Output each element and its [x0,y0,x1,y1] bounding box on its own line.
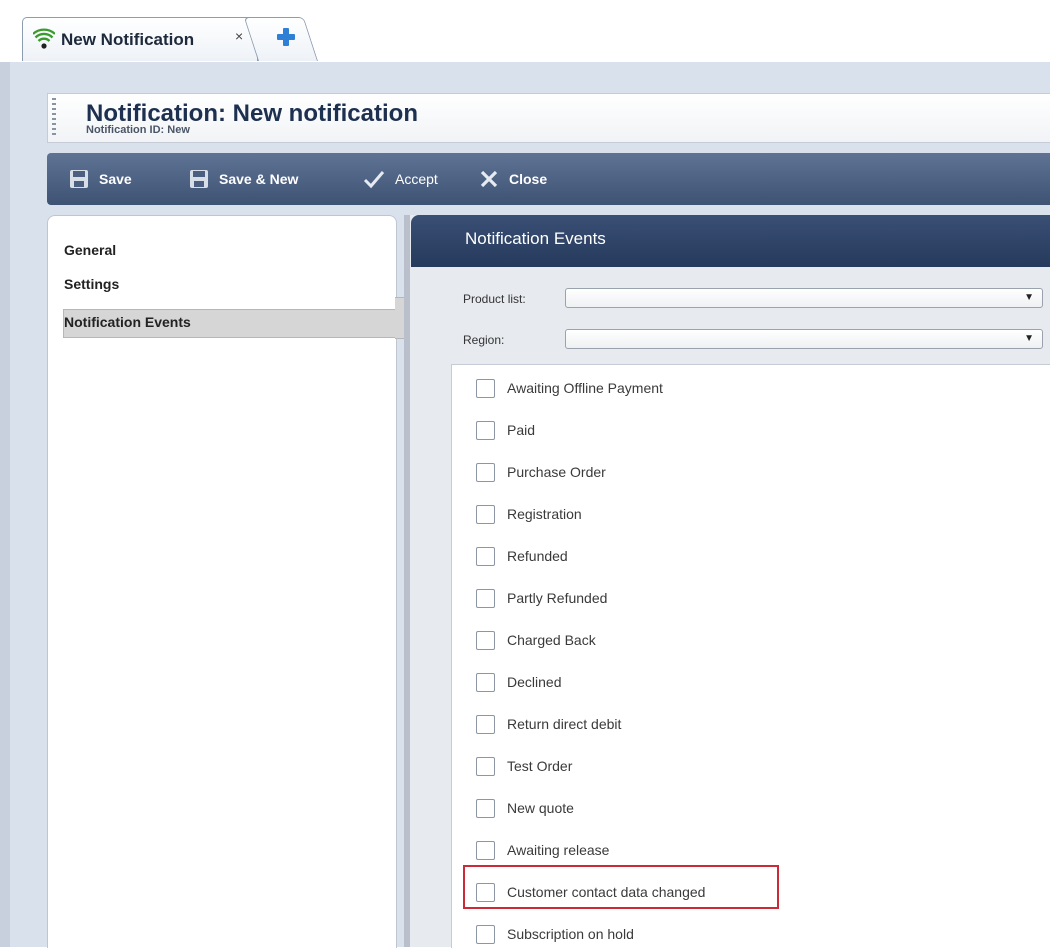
plus-icon[interactable] [275,26,297,48]
event-label: Charged Back [507,632,596,648]
checkbox[interactable] [476,378,495,398]
page-subtitle: Notification ID: New [86,124,190,136]
event-label: Awaiting Offline Payment [507,380,663,396]
event-label: Paid [507,422,536,438]
event-partly-refunded[interactable]: Partly Refunded [476,586,607,610]
tab-new-notification[interactable]: New Notification × [22,17,258,61]
sidebar-item-label: Notification Events [64,314,191,330]
checkbox[interactable] [476,504,495,524]
event-refunded[interactable]: Refunded [476,544,568,568]
checkbox[interactable] [476,546,495,566]
panel-title: Notification Events [465,229,606,248]
tab-label: New Notification [61,30,195,49]
sidebar-item-notification-events[interactable]: Notification Events [63,309,397,338]
region-label: Region: [463,333,505,347]
event-test-order[interactable]: Test Order [476,754,572,778]
save-and-new-button[interactable]: Save & New [189,153,298,205]
checkbox[interactable] [476,588,495,608]
event-charged-back[interactable]: Charged Back [476,628,596,652]
event-label: Test Order [507,758,573,774]
event-label: Partly Refunded [507,590,608,606]
event-label: Registration [507,506,582,522]
region-select[interactable]: ▼ [565,329,1043,349]
event-checklist: Awaiting Offline Payment Paid Purchase O… [451,364,1050,948]
checkbox[interactable] [476,840,495,860]
save-button[interactable]: Save [69,153,132,205]
event-label: Awaiting release [507,842,610,858]
close-label: Close [509,171,548,187]
accept-button[interactable]: Accept [363,153,438,205]
floppy-icon [190,170,208,188]
checkbox[interactable] [476,798,495,818]
event-label: New quote [507,800,574,816]
checkbox[interactable] [476,672,495,692]
save-and-new-label: Save & New [219,171,299,187]
event-label: Refunded [507,548,568,564]
wifi-icon [33,28,55,49]
sidebar: General Settings Notification Events [47,215,397,948]
event-purchase-order[interactable]: Purchase Order [476,460,606,484]
tab-close-icon[interactable]: × [235,28,243,44]
event-paid[interactable]: Paid [476,418,535,442]
panel-header: Notification Events [411,215,1050,267]
chevron-down-icon: ▼ [1024,292,1034,303]
sidebar-item-settings[interactable]: Settings [64,276,119,298]
drag-grip-icon[interactable] [52,98,56,136]
chevron-down-icon: ▼ [1024,333,1034,344]
page-header: Notification: New notification Notificat… [47,93,1050,143]
floppy-icon [70,170,88,188]
accept-label: Accept [395,171,438,187]
sidebar-item-general[interactable]: General [64,242,116,264]
event-label: Return direct debit [507,716,622,732]
checkbox[interactable] [476,756,495,776]
checkbox[interactable] [476,420,495,440]
event-registration[interactable]: Registration [476,502,582,526]
event-label: Purchase Order [507,464,606,480]
save-label: Save [99,171,132,187]
checkbox[interactable] [476,924,495,944]
close-button[interactable]: Close [479,153,547,205]
close-icon [480,170,498,188]
event-declined[interactable]: Declined [476,670,561,694]
checkmark-icon [363,171,385,189]
checkbox[interactable] [476,714,495,734]
checkbox[interactable] [476,630,495,650]
event-label: Subscription on hold [507,926,634,942]
event-label: Declined [507,674,562,690]
checkbox[interactable] [476,462,495,482]
event-awaiting-release[interactable]: Awaiting release [476,838,609,862]
left-edge [0,62,10,947]
event-return-direct-debit[interactable]: Return direct debit [476,712,621,736]
highlight-annotation [463,865,779,909]
toolbar: Save Save & New Accept Close [47,153,1050,205]
event-awaiting-offline-payment[interactable]: Awaiting Offline Payment [476,376,663,400]
event-new-quote[interactable]: New quote [476,796,574,820]
product-list-select[interactable]: ▼ [565,288,1043,308]
event-subscription-on-hold[interactable]: Subscription on hold [476,922,634,946]
product-list-label: Product list: [463,292,526,306]
